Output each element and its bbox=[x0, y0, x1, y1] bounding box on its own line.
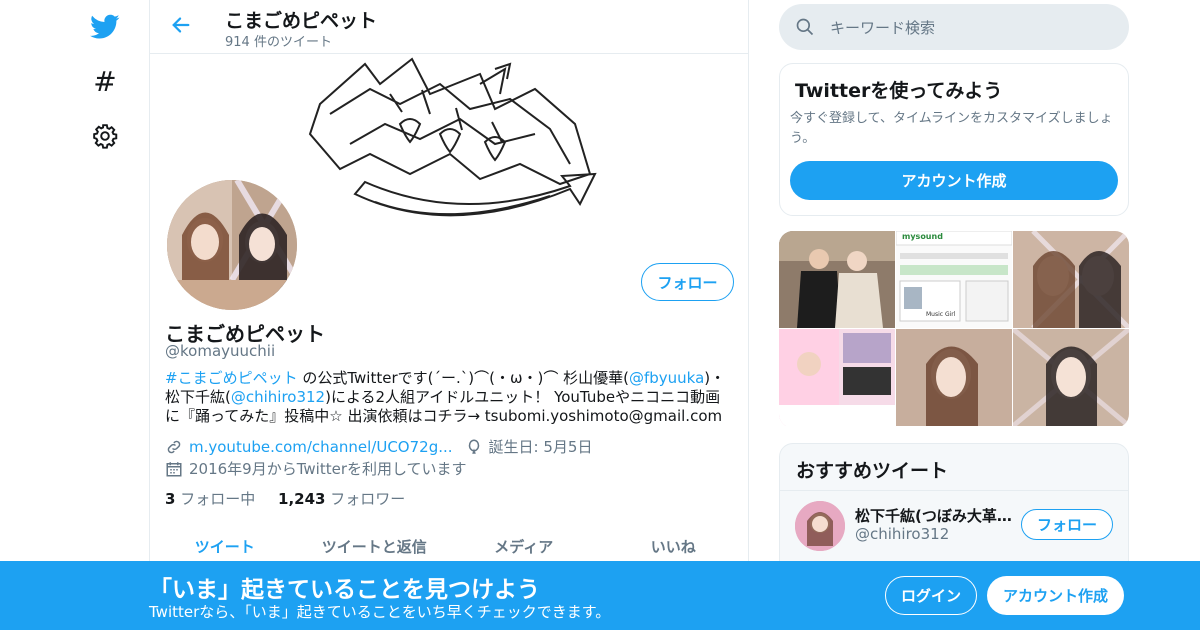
tab-tweets-and-replies[interactable]: ツイートと返信 bbox=[300, 532, 450, 562]
recommended-user-name[interactable]: 松下千紘(つぼみ大革… bbox=[855, 505, 1015, 526]
gear-icon[interactable] bbox=[88, 119, 122, 153]
profile-column: こまごめピペット 914 件のツイート フォロー こまごめピペット @komay… bbox=[149, 0, 749, 630]
media-thumbnail[interactable] bbox=[896, 329, 1012, 426]
recommended-user-row[interactable]: 松下千紘(つぼみ大革… @chihiro312 フォロー bbox=[780, 490, 1128, 570]
bio-text: の公式Twitterです(´ー.`)⌒(・ω・)⌒ 杉山優華( bbox=[297, 369, 629, 387]
recommended-title: おすすめツイート bbox=[796, 460, 949, 482]
followers-link[interactable]: 1,243 フォロワー bbox=[278, 490, 405, 508]
profile-joined-row: 2016年9月からTwitterを利用しています bbox=[165, 458, 467, 479]
tab-tweets[interactable]: ツイート bbox=[150, 532, 300, 562]
signup-button[interactable]: アカウント作成 bbox=[987, 576, 1124, 615]
bio-hashtag-link[interactable]: #こまごめピペット bbox=[165, 369, 298, 387]
media-thumbnail[interactable] bbox=[779, 329, 895, 426]
media-thumbnail[interactable]: mysound Music Girl bbox=[896, 231, 1012, 328]
profile-handle: @komayuuchii bbox=[165, 342, 276, 360]
avatar[interactable] bbox=[795, 501, 845, 551]
media-thumbnail[interactable] bbox=[1013, 329, 1129, 426]
signup-card: Twitterを使ってみよう 今すぐ登録して、タイムラインをカスタマイズしましょ… bbox=[779, 63, 1129, 216]
link-icon bbox=[165, 438, 183, 456]
back-arrow-icon[interactable] bbox=[168, 12, 194, 38]
follow-counts: 3 フォロー中 1,243 フォロワー bbox=[165, 488, 405, 509]
search-icon bbox=[795, 17, 815, 41]
tab-likes[interactable]: いいね bbox=[599, 532, 749, 562]
followers-count: 1,243 bbox=[278, 490, 326, 508]
profile-header-bar: こまごめピペット 914 件のツイート bbox=[150, 0, 748, 54]
birthday-text: 誕生日: 5月5日 bbox=[488, 438, 593, 456]
followers-label: フォロワー bbox=[330, 490, 406, 508]
search-input[interactable]: キーワード検索 bbox=[830, 17, 935, 38]
profile-meta-row: m.youtube.com/channel/UCO72g... 誕生日: 5月5… bbox=[165, 436, 592, 457]
following-label: フォロー中 bbox=[180, 490, 256, 508]
tab-media[interactable]: メディア bbox=[449, 532, 599, 562]
hashtag-icon[interactable]: # bbox=[88, 64, 122, 98]
prompt-title: 「いま」起きていることを見つけよう bbox=[149, 577, 540, 603]
mysound-label: mysound bbox=[902, 232, 943, 241]
profile-tabs: ツイート ツイートと返信 メディア いいね bbox=[150, 532, 748, 562]
signup-card-description: 今すぐ登録して、タイムラインをカスタマイズしましょう。 bbox=[790, 111, 1113, 146]
search-box[interactable]: キーワード検索 bbox=[779, 4, 1129, 50]
header-title: こまごめピペット bbox=[225, 10, 378, 32]
bio-mention-link[interactable]: @chihiro312 bbox=[231, 388, 325, 406]
login-button[interactable]: ログイン bbox=[885, 576, 977, 615]
twitter-bird-icon[interactable] bbox=[88, 10, 122, 44]
follow-button[interactable]: フォロー bbox=[1021, 509, 1113, 540]
media-thumbnail[interactable] bbox=[1013, 231, 1129, 328]
following-link[interactable]: 3 フォロー中 bbox=[165, 490, 255, 508]
prompt-subtitle: Twitterなら、「いま」起きていることをいち早くチェックできます。 bbox=[149, 603, 611, 621]
media-grid: mysound Music Girl bbox=[779, 231, 1129, 428]
calendar-icon bbox=[165, 460, 183, 478]
signup-prompt-bar: 「いま」起きていることを見つけよう Twitterなら、「いま」起きていることを… bbox=[0, 561, 1200, 630]
balloon-icon bbox=[465, 438, 483, 456]
create-account-button[interactable]: アカウント作成 bbox=[790, 161, 1118, 200]
profile-avatar[interactable] bbox=[164, 177, 300, 313]
tweet-count: 914 件のツイート bbox=[225, 35, 332, 50]
media-thumbnail[interactable] bbox=[779, 231, 895, 328]
following-count: 3 bbox=[165, 490, 176, 508]
bio-mention-link[interactable]: @fbyuuka bbox=[629, 369, 704, 387]
website-link[interactable]: m.youtube.com/channel/UCO72g... bbox=[189, 438, 453, 456]
recommended-user-handle: @chihiro312 bbox=[855, 525, 950, 543]
follow-button[interactable]: フォロー bbox=[641, 263, 734, 301]
music-girl-label: Music Girl bbox=[926, 311, 956, 318]
joined-text: 2016年9月からTwitterを利用しています bbox=[189, 460, 467, 478]
signup-card-title: Twitterを使ってみよう bbox=[795, 80, 1003, 102]
profile-bio: #こまごめピペット の公式Twitterです(´ー.`)⌒(・ω・)⌒ 杉山優華… bbox=[165, 369, 735, 426]
